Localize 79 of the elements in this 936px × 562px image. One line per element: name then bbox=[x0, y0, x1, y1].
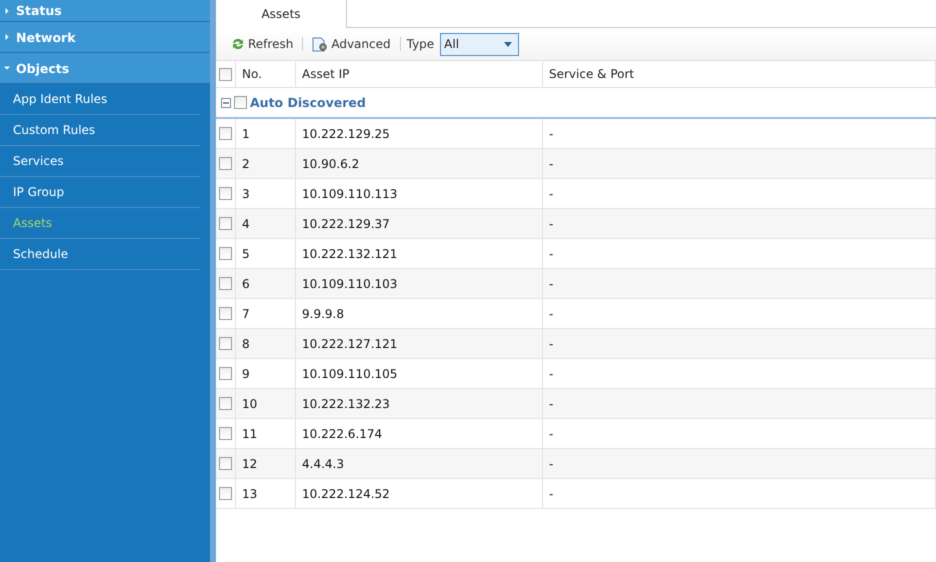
table-cell: 11 bbox=[236, 419, 296, 449]
sidebar-item[interactable]: Assets bbox=[0, 208, 200, 239]
row-checkbox[interactable] bbox=[219, 127, 232, 140]
table-cell: 5 bbox=[236, 239, 296, 269]
table-cell: 1 bbox=[236, 119, 296, 149]
table-cell: - bbox=[543, 449, 936, 479]
sidebar-group[interactable]: Status bbox=[0, 0, 210, 22]
row-checkbox[interactable] bbox=[219, 247, 232, 260]
table-cell: 9.9.9.8 bbox=[296, 299, 543, 329]
table-cell: 10.222.132.121 bbox=[296, 239, 543, 269]
column-header: No. bbox=[236, 60, 296, 88]
table-cell: - bbox=[543, 359, 936, 389]
table-cell: 10 bbox=[236, 389, 296, 419]
table-cell: 10.109.110.105 bbox=[296, 359, 543, 389]
sidebar-item[interactable]: Schedule bbox=[0, 239, 200, 270]
table-cell: 7 bbox=[236, 299, 296, 329]
table-cell: 10.222.129.25 bbox=[296, 119, 543, 149]
select-all-checkbox[interactable] bbox=[219, 68, 232, 80]
group-checkbox[interactable] bbox=[234, 96, 247, 109]
table-cell: 13 bbox=[236, 479, 296, 509]
refresh-button[interactable]: Refresh bbox=[228, 37, 296, 51]
collapse-icon[interactable] bbox=[221, 98, 231, 108]
table-cell: 10.109.110.103 bbox=[296, 269, 543, 299]
table-cell: 4.4.4.3 bbox=[296, 449, 543, 479]
table-cell: 4 bbox=[236, 209, 296, 239]
table-cell: - bbox=[543, 149, 936, 179]
table-cell: - bbox=[543, 479, 936, 509]
column-header: Asset IP bbox=[296, 60, 543, 88]
row-checkbox[interactable] bbox=[219, 427, 232, 440]
table-cell: 10.222.6.174 bbox=[296, 419, 543, 449]
table-cell: - bbox=[543, 419, 936, 449]
row-checkbox[interactable] bbox=[219, 217, 232, 230]
table-cell: 3 bbox=[236, 179, 296, 209]
table-cell: 8 bbox=[236, 329, 296, 359]
column-header: Service & Port bbox=[543, 60, 936, 88]
table-cell: 12 bbox=[236, 449, 296, 479]
table-cell: 6 bbox=[236, 269, 296, 299]
row-checkbox[interactable] bbox=[219, 307, 232, 320]
table-cell: 10.222.132.23 bbox=[296, 389, 543, 419]
table-cell: 2 bbox=[236, 149, 296, 179]
sidebar-group[interactable]: Objects bbox=[0, 53, 210, 84]
table-cell: - bbox=[543, 299, 936, 329]
document-gear-icon bbox=[312, 36, 328, 52]
row-checkbox[interactable] bbox=[219, 187, 232, 200]
row-checkbox[interactable] bbox=[219, 457, 232, 470]
table-cell: - bbox=[543, 269, 936, 299]
table-cell: 9 bbox=[236, 359, 296, 389]
row-checkbox[interactable] bbox=[219, 337, 232, 350]
table-cell: 10.222.127.121 bbox=[296, 329, 543, 359]
refresh-icon bbox=[231, 37, 245, 51]
row-checkbox[interactable] bbox=[219, 367, 232, 380]
group-label: Auto Discovered bbox=[250, 95, 366, 110]
sidebar-item[interactable]: IP Group bbox=[0, 177, 200, 208]
table-cell: - bbox=[543, 389, 936, 419]
row-checkbox[interactable] bbox=[219, 277, 232, 290]
type-dropdown[interactable]: All bbox=[440, 32, 520, 56]
sidebar-group[interactable]: Network bbox=[0, 22, 210, 53]
row-checkbox[interactable] bbox=[219, 487, 232, 500]
type-label: Type bbox=[406, 37, 434, 51]
sidebar-item[interactable]: Services bbox=[0, 146, 200, 177]
caret-right-icon bbox=[4, 34, 10, 40]
table-cell: 10.222.124.52 bbox=[296, 479, 543, 509]
sidebar-item[interactable]: App Ident Rules bbox=[0, 84, 200, 115]
table-cell: - bbox=[543, 329, 936, 359]
table-cell: 10.222.129.37 bbox=[296, 209, 543, 239]
table-cell: 10.109.110.113 bbox=[296, 179, 543, 209]
table-cell: - bbox=[543, 239, 936, 269]
tab[interactable]: Assets bbox=[216, 0, 347, 28]
table-cell: - bbox=[543, 209, 936, 239]
caret-down-icon bbox=[4, 65, 10, 71]
table-cell: 10.90.6.2 bbox=[296, 149, 543, 179]
table-cell: - bbox=[543, 179, 936, 209]
table-cell: - bbox=[543, 119, 936, 149]
caret-right-icon bbox=[4, 8, 10, 14]
dropdown-arrow-icon bbox=[504, 42, 512, 46]
advanced-button[interactable]: Advanced bbox=[309, 36, 394, 52]
sidebar-item[interactable]: Custom Rules bbox=[0, 115, 200, 146]
row-checkbox[interactable] bbox=[219, 157, 232, 170]
row-checkbox[interactable] bbox=[219, 397, 232, 410]
